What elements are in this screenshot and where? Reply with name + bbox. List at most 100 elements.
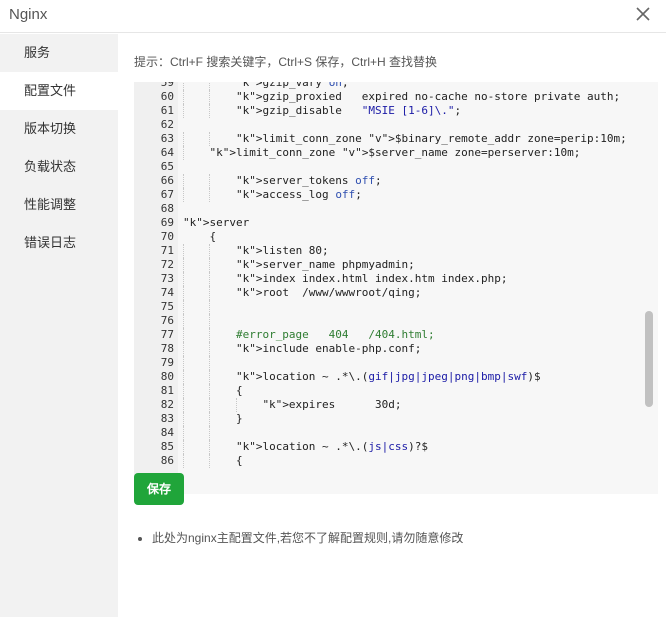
main-panel: 提示：Ctrl+F 搜索关键字，Ctrl+S 保存，Ctrl+H 查找替换 59… bbox=[118, 34, 666, 617]
line-number: 74 bbox=[160, 286, 174, 299]
code-text: "k">location ~ .*\.(js|css)?$ bbox=[235, 440, 429, 453]
sidebar-item-version-switch[interactable]: 版本切换 bbox=[0, 110, 118, 148]
notes-list: 此处为nginx主配置文件,若您不了解配置规则,请勿随意修改 bbox=[140, 529, 463, 546]
code-text: { bbox=[209, 230, 217, 243]
line-number: 73 bbox=[160, 272, 174, 285]
indent-guide bbox=[183, 286, 184, 300]
indent-guide bbox=[209, 104, 211, 118]
line-number: 76 bbox=[160, 314, 174, 327]
indent-guide bbox=[209, 426, 211, 440]
code-line: 74 "k">root /www/wwwroot/qing; bbox=[134, 286, 644, 300]
line-number: 60 bbox=[160, 90, 174, 103]
indent-guide bbox=[209, 272, 211, 286]
code-line: 85 "k">location ~ .*\.(js|css)?$ bbox=[134, 440, 644, 454]
code-line: 68 bbox=[134, 202, 644, 216]
line-number: 82 bbox=[160, 398, 174, 411]
indent-guide bbox=[209, 440, 211, 454]
indent-guide bbox=[209, 356, 211, 370]
sidebar-item-error-log[interactable]: 错误日志 bbox=[0, 224, 118, 262]
line-number: 64 bbox=[160, 146, 174, 159]
line-number: 79 bbox=[160, 356, 174, 369]
sidebar-item-performance[interactable]: 性能调整 bbox=[0, 186, 118, 224]
indent-guide bbox=[209, 82, 211, 90]
code-text: "k">include enable-php.conf; bbox=[235, 342, 422, 355]
code-line: 77 #error_page 404 /404.html; bbox=[134, 328, 644, 342]
code-line: 66 "k">server_tokens off; bbox=[134, 174, 644, 188]
indent-guide bbox=[209, 370, 211, 384]
window-title: Nginx bbox=[9, 6, 48, 23]
code-line: 64 "k">limit_conn_zone "v">$server_name z… bbox=[134, 146, 644, 160]
line-number: 71 bbox=[160, 244, 174, 257]
indent-guide bbox=[183, 314, 184, 328]
save-button[interactable]: 保存 bbox=[134, 473, 184, 505]
sidebar-item-load-status[interactable]: 负载状态 bbox=[0, 148, 118, 186]
title-bar: Nginx bbox=[0, 0, 666, 33]
code-text: "k">server_tokens off; bbox=[235, 174, 382, 187]
indent-guide bbox=[183, 384, 184, 398]
indent-guide bbox=[209, 454, 211, 468]
indent-guide bbox=[183, 90, 184, 104]
code-text: "k">limit_conn_zone "v">$binary_remote_a… bbox=[235, 132, 627, 145]
code-text: "k">gzip_disable "MSIE [1-6]\."; bbox=[235, 104, 462, 117]
indent-guide bbox=[209, 286, 211, 300]
code-line: 67 "k">access_log off; bbox=[134, 188, 644, 202]
code-text: "k">server_name phpmyadmin; bbox=[235, 258, 415, 271]
code-line: 70 { bbox=[134, 230, 644, 244]
line-number: 86 bbox=[160, 454, 174, 467]
code-line: 62 bbox=[134, 118, 644, 132]
line-number: 72 bbox=[160, 258, 174, 271]
code-text: { bbox=[235, 454, 243, 467]
code-line: 65 bbox=[134, 160, 644, 174]
line-number: 75 bbox=[160, 300, 174, 313]
code-text: "k">location ~ .*\.(gif|jpg|jpeg|png|bmp… bbox=[235, 370, 541, 383]
code-text: "k">limit_conn_zone "v">$server_name zon… bbox=[209, 146, 581, 159]
indent-guide bbox=[209, 244, 211, 258]
line-number: 78 bbox=[160, 342, 174, 355]
indent-guide bbox=[209, 314, 211, 328]
indent-guide bbox=[183, 244, 184, 258]
code-line: 60 "k">gzip_proxied expired no-cache no-s… bbox=[134, 90, 644, 104]
code-text: "k">server bbox=[183, 216, 250, 229]
line-number: 84 bbox=[160, 426, 174, 439]
line-number: 67 bbox=[160, 188, 174, 201]
code-line: 73 "k">index index.html index.htm index.p… bbox=[134, 272, 644, 286]
editor-scrollbar[interactable] bbox=[644, 82, 654, 494]
code-line: 81 { bbox=[134, 384, 644, 398]
sidebar-item-service[interactable]: 服务 bbox=[0, 34, 118, 72]
close-icon[interactable] bbox=[634, 5, 652, 23]
indent-guide bbox=[183, 300, 184, 314]
code-line: 69 "k">server bbox=[134, 216, 644, 230]
indent-guide bbox=[183, 82, 184, 90]
code-editor[interactable]: 59 "k">gzip_vary on; 60 "k">gzip_proxied ex… bbox=[134, 82, 658, 494]
indent-guide bbox=[209, 258, 211, 272]
indent-guide bbox=[183, 342, 184, 356]
sidebar-item-config-file[interactable]: 配置文件 bbox=[0, 72, 118, 110]
indent-guide bbox=[183, 440, 184, 454]
indent-guide bbox=[183, 356, 184, 370]
indent-guide bbox=[209, 174, 211, 188]
indent-guide bbox=[209, 384, 211, 398]
indent-guide bbox=[209, 300, 211, 314]
line-number: 85 bbox=[160, 440, 174, 453]
sidebar: 服务 配置文件 版本切换 负载状态 性能调整 错误日志 bbox=[0, 34, 118, 617]
code-line: 84 bbox=[134, 426, 644, 440]
editor-scroll-thumb[interactable] bbox=[645, 311, 653, 407]
code-text: { bbox=[235, 384, 243, 397]
line-number: 66 bbox=[160, 174, 174, 187]
indent-guide bbox=[209, 328, 211, 342]
code-line: 78 "k">include enable-php.conf; bbox=[134, 342, 644, 356]
code-text: "k">gzip_proxied expired no-cache no-sto… bbox=[235, 90, 621, 103]
indent-guide bbox=[183, 132, 184, 146]
code-line: 59 "k">gzip_vary on; bbox=[134, 82, 644, 90]
line-number: 80 bbox=[160, 370, 174, 383]
indent-guide bbox=[209, 132, 211, 146]
line-number: 83 bbox=[160, 412, 174, 425]
code-text: "k">index index.html index.htm index.php… bbox=[235, 272, 508, 285]
indent-guide bbox=[183, 188, 184, 202]
indent-guide bbox=[183, 258, 184, 272]
code-line: 79 bbox=[134, 356, 644, 370]
indent-guide bbox=[235, 398, 237, 412]
line-number: 62 bbox=[160, 118, 174, 131]
indent-guide bbox=[209, 412, 211, 426]
shortcut-hint: 提示：Ctrl+F 搜索关键字，Ctrl+S 保存，Ctrl+H 查找替换 bbox=[134, 55, 438, 69]
